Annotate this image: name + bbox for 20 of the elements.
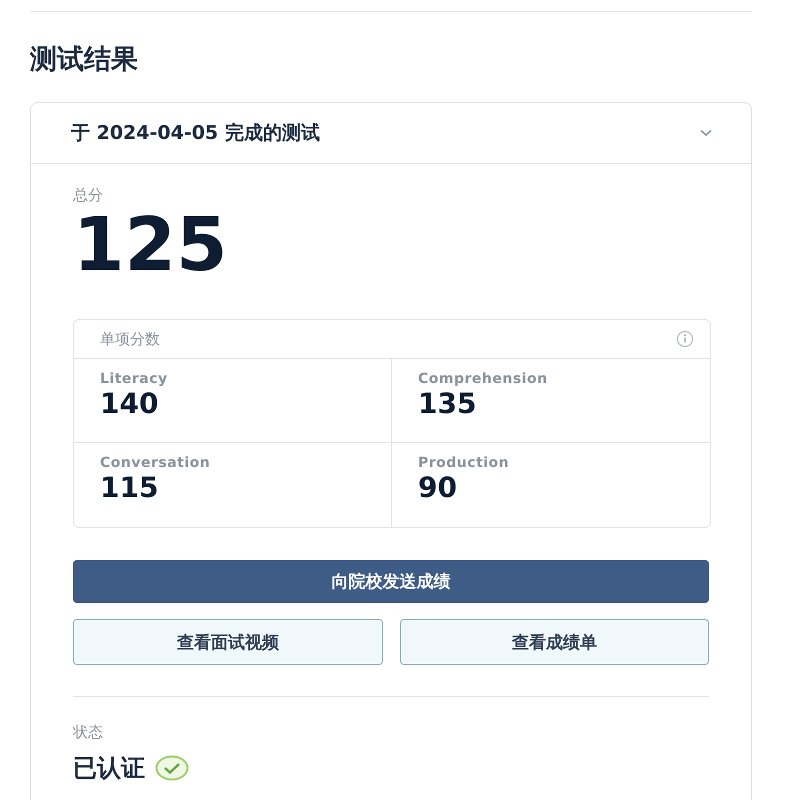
- score-value: 140: [100, 387, 160, 421]
- accordion-header[interactable]: 于 2024-04-05 完成的测试: [31, 103, 751, 164]
- section-title: 测试结果: [30, 43, 139, 77]
- chevron-down-icon: [699, 129, 713, 137]
- score-value: 115: [100, 471, 160, 505]
- info-icon[interactable]: [676, 330, 694, 348]
- score-value: 135: [418, 387, 478, 421]
- score-label: Production: [418, 455, 510, 471]
- send-scores-button[interactable]: 向院校发送成绩: [73, 560, 709, 603]
- total-score: 125: [73, 205, 228, 285]
- total-label: 总分: [73, 186, 104, 205]
- subscores-title: 单项分数: [100, 330, 160, 348]
- score-label: Comprehension: [418, 371, 549, 387]
- score-value: 90: [418, 471, 458, 505]
- score-label: Literacy: [100, 371, 169, 387]
- score-label: Conversation: [100, 455, 212, 471]
- view-button[interactable]: 查看成绩单: [400, 619, 709, 665]
- view-button[interactable]: 查看面试视频: [73, 619, 382, 665]
- status-label: 状态: [73, 723, 104, 742]
- status-value: 已认证: [73, 753, 145, 784]
